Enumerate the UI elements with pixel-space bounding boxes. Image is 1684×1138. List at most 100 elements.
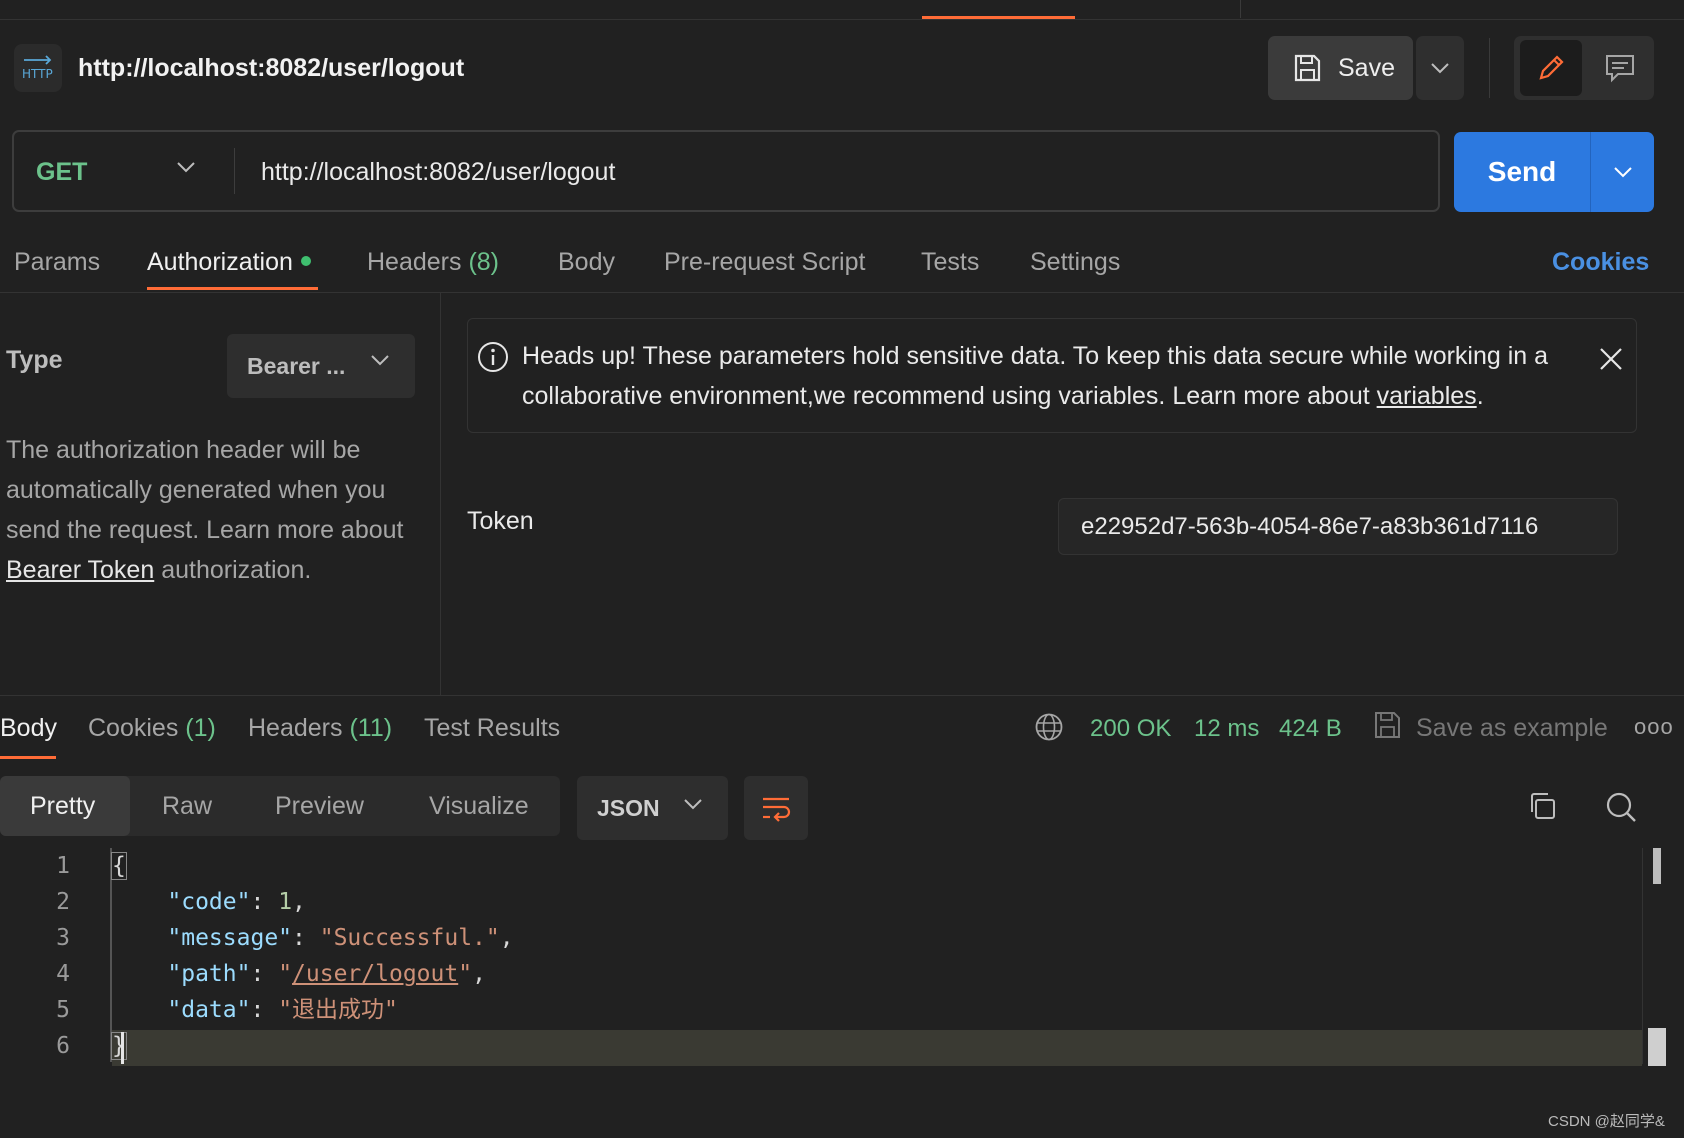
chevron-down-icon [1613, 167, 1632, 178]
panel-divider [440, 293, 441, 695]
more-options-button[interactable]: ooo [1634, 714, 1674, 740]
comment-icon [1606, 55, 1634, 83]
response-tab-body[interactable]: Body [0, 710, 57, 746]
tab-body[interactable]: Body [558, 244, 615, 280]
auth-type-value: Bearer ... [247, 352, 346, 379]
chevron-down-icon[interactable] [176, 160, 196, 178]
edit-mode-button[interactable] [1520, 40, 1582, 96]
send-options-button[interactable] [1591, 132, 1654, 212]
format-select[interactable]: JSON [577, 776, 728, 840]
info-icon [476, 340, 510, 379]
url-input[interactable]: http://localhost:8082/user/logout [261, 150, 615, 194]
code-line[interactable]: "path": "/user/logout", [112, 956, 486, 992]
save-button[interactable]: Save [1268, 36, 1413, 100]
response-cookies-count: (1) [185, 714, 216, 742]
response-tab-headers[interactable]: Headers (11) [248, 710, 392, 746]
http-icon: HTTP [14, 44, 62, 92]
code-line[interactable]: "message": "Successful.", [112, 920, 513, 956]
chevron-down-icon [684, 799, 702, 810]
format-value: JSON [597, 794, 660, 821]
line-number: 5 [56, 997, 70, 1023]
save-label: Save [1338, 53, 1395, 82]
close-icon[interactable] [1598, 346, 1624, 377]
response-divider [0, 695, 1684, 696]
line-number: 3 [56, 925, 70, 951]
json-key: "message" [167, 925, 293, 951]
notice-text: Heads up! These parameters hold sensitiv… [522, 336, 1572, 416]
comments-button[interactable] [1590, 40, 1650, 96]
json-quote: " [458, 961, 473, 987]
search-icon[interactable] [1604, 790, 1638, 829]
method-select[interactable]: GET [36, 150, 87, 194]
save-as-example-button[interactable]: Save as example [1416, 710, 1608, 746]
tab-params[interactable]: Params [14, 244, 100, 280]
bearer-token-link[interactable]: Bearer Token [6, 556, 154, 584]
view-mode-raw[interactable]: Raw [162, 776, 212, 836]
tab-headers[interactable]: Headers (8) [367, 244, 499, 280]
tab-active-underline [147, 287, 318, 290]
cookies-link[interactable]: Cookies [1552, 244, 1649, 280]
auth-description: The authorization header will be automat… [6, 430, 426, 590]
view-mode-visualize[interactable]: Visualize [429, 776, 529, 836]
auth-description-suffix: authorization. [154, 556, 312, 584]
code-line[interactable]: "code": 1, [112, 884, 306, 920]
chevron-down-icon [1431, 63, 1449, 74]
tabs-divider [0, 292, 1684, 293]
save-options-button[interactable] [1416, 36, 1464, 100]
json-key: "code" [167, 889, 251, 915]
tab-headers-label: Headers [367, 248, 462, 276]
editor-scroll-track [1642, 848, 1643, 1064]
json-quote: " [278, 961, 293, 987]
view-mode-pretty[interactable]: Pretty [30, 776, 95, 836]
code-line[interactable]: "data": "退出成功" [112, 992, 398, 1028]
response-tab-cookies-label: Cookies [88, 714, 179, 742]
json-value: 1 [278, 889, 293, 915]
auth-type-select[interactable]: Bearer ... [227, 334, 415, 398]
tab-authorization[interactable]: Authorization [147, 244, 311, 280]
chevron-down-icon [371, 355, 389, 366]
editor-scroll-marker [1648, 1028, 1666, 1066]
response-tab-cookies[interactable]: Cookies (1) [88, 710, 216, 746]
watermark: CSDN @赵同学& [1548, 1113, 1665, 1130]
save-icon [1372, 710, 1402, 745]
response-time[interactable]: 12 ms [1194, 712, 1259, 746]
response-size[interactable]: 424 B [1279, 712, 1342, 746]
current-line-highlight [112, 1030, 1642, 1066]
response-tab-headers-label: Headers [248, 714, 343, 742]
auth-type-label: Type [6, 346, 63, 374]
copy-icon[interactable] [1526, 790, 1558, 827]
send-button[interactable]: Send [1454, 132, 1590, 212]
notice-suffix: . [1476, 382, 1484, 410]
tab-tests[interactable]: Tests [921, 244, 979, 280]
status-code[interactable]: 200 OK [1090, 712, 1171, 746]
line-number: 4 [56, 961, 70, 987]
tab-headers-count: (8) [468, 248, 500, 276]
response-tab-underline [0, 756, 56, 759]
svg-text:HTTP: HTTP [22, 67, 53, 81]
tab-separator [1240, 0, 1241, 18]
code-line[interactable]: { [111, 848, 127, 884]
active-tab-indicator [922, 16, 1075, 19]
response-tab-test-results[interactable]: Test Results [424, 710, 560, 746]
wrap-icon [763, 797, 791, 822]
globe-icon[interactable] [1034, 712, 1064, 747]
url-bar [12, 130, 1440, 212]
top-tab-strip [0, 0, 1684, 20]
text-caret [121, 1032, 124, 1064]
save-icon [1294, 54, 1321, 82]
json-key: "path" [167, 961, 251, 987]
pencil-icon [1539, 55, 1564, 80]
line-number: 6 [56, 1033, 70, 1059]
editor-scrollbar[interactable] [1653, 848, 1661, 884]
wrap-lines-button[interactable] [744, 776, 808, 840]
tab-prerequest-script[interactable]: Pre-request Script [664, 244, 865, 280]
auth-active-dot [300, 256, 311, 267]
variables-link[interactable]: variables [1377, 382, 1477, 410]
json-path-link[interactable]: /user/logout [292, 961, 458, 987]
url-separator [234, 148, 235, 194]
line-number: 2 [56, 889, 70, 915]
view-mode-preview[interactable]: Preview [275, 776, 364, 836]
token-input[interactable]: e22952d7-563b-4054-86e7-a83b361d7116 [1058, 498, 1618, 555]
request-title[interactable]: http://localhost:8082/user/logout [78, 48, 464, 88]
tab-settings[interactable]: Settings [1030, 244, 1120, 280]
